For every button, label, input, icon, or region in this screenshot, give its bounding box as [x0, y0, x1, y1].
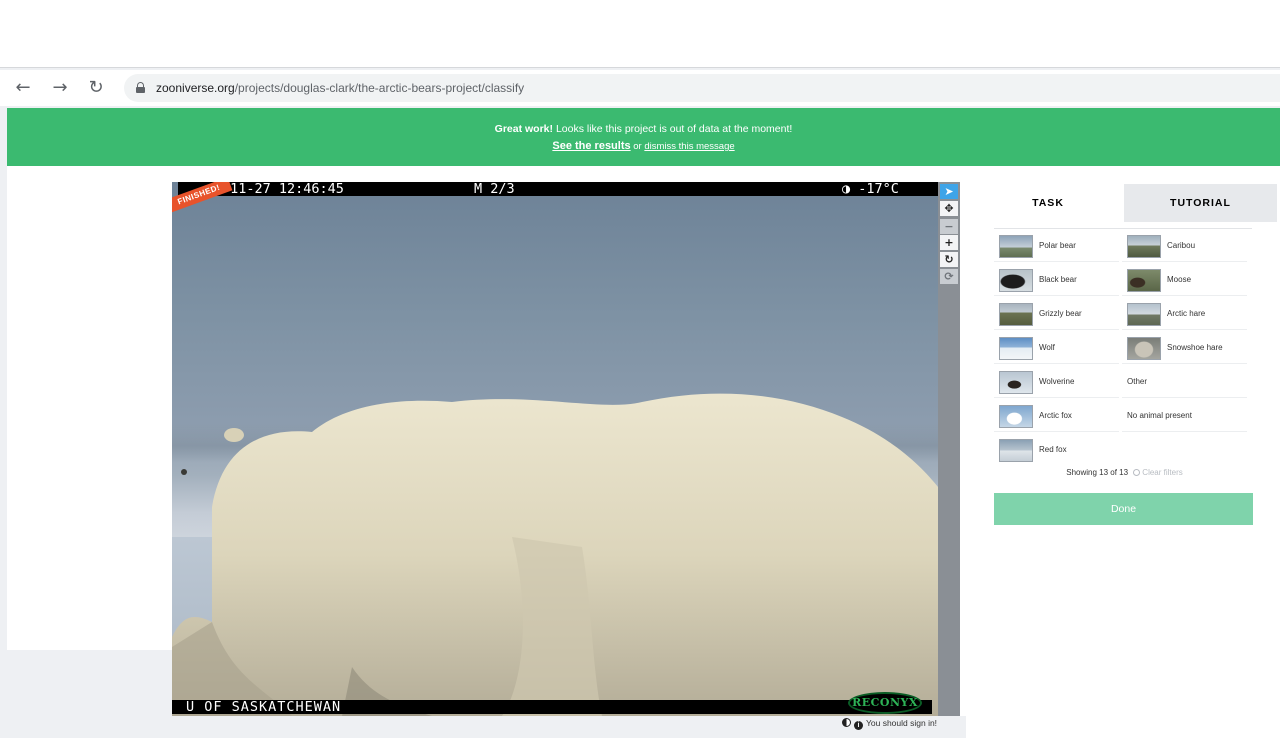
banner-text: Looks like this project is out of data a… — [553, 123, 793, 135]
clear-icon — [1133, 469, 1141, 476]
choice-other[interactable]: Other — [1122, 365, 1247, 398]
clear-filters-label: Clear filters — [1142, 468, 1183, 477]
filter-status: Showing 13 of 13 Clear filters — [972, 468, 1277, 477]
choice-polar-bear[interactable]: Polar bear — [994, 229, 1119, 262]
reload-icon[interactable]: ↻ — [85, 78, 107, 98]
choice-grizzly-bear[interactable]: Grizzly bear — [994, 297, 1119, 330]
rotate-icon[interactable]: ↻ — [940, 252, 958, 267]
camera-temperature: ◑ -17°C — [842, 182, 899, 197]
banner-bold: Great work! — [494, 123, 554, 135]
choice-black-bear[interactable]: Black bear — [994, 263, 1119, 296]
camera-timestamp: -11-27 12:46:45 — [222, 182, 344, 197]
choice-snowshoe-hare[interactable]: Snowshoe hare — [1122, 331, 1247, 364]
image-toolbar: ➤ ✥ − + ↻ ⟳ — [938, 182, 960, 716]
subject-image[interactable]: -11-27 12:46:45 M 2/3 ◑ -17°C FINISHED! … — [172, 182, 938, 716]
out-of-data-banner: Great work! Looks like this project is o… — [7, 108, 1280, 166]
camera-info-bar: -11-27 12:46:45 M 2/3 ◑ -17°C — [178, 182, 938, 196]
choice-label: Grizzly bear — [1039, 309, 1082, 318]
choice-arctic-hare[interactable]: Arctic hare — [1122, 297, 1247, 330]
clear-filters-button[interactable]: Clear filters — [1133, 468, 1183, 477]
browser-url-bar: ← → ↻ zooniverse.org/projects/douglas-cl… — [0, 70, 1280, 106]
moose-thumb — [1127, 269, 1161, 292]
caribou-thumb — [1127, 235, 1161, 258]
polar-bear-photo — [172, 393, 938, 716]
choice-label: No animal present — [1127, 411, 1192, 420]
banner-or: or — [630, 141, 645, 152]
species-choices: Polar bear Caribou Black bear Moose Griz… — [994, 228, 1252, 462]
choice-no-animal-present[interactable]: No animal present — [1122, 399, 1247, 432]
camera-caption: U OF SASKATCHEWAN — [186, 699, 342, 715]
black-bear-thumb — [999, 269, 1033, 292]
choice-label: Black bear — [1039, 275, 1077, 284]
grizzly-bear-thumb — [999, 303, 1033, 326]
red-fox-thumb — [999, 439, 1033, 462]
camera-sequence: M 2/3 — [474, 182, 515, 197]
choice-label: Arctic fox — [1039, 411, 1072, 420]
choice-label: Caribou — [1167, 241, 1196, 250]
url-host: zooniverse.org — [156, 81, 235, 95]
snowshoe-hare-thumb — [1127, 337, 1161, 360]
choice-wolverine[interactable]: Wolverine — [994, 365, 1119, 398]
browser-top-area — [0, 0, 1280, 68]
polar-bear-thumb — [999, 235, 1033, 258]
showing-count: Showing 13 of 13 — [1066, 468, 1129, 477]
subject-viewer: -11-27 12:46:45 M 2/3 ◑ -17°C FINISHED! … — [172, 182, 960, 716]
dismiss-message-link[interactable]: dismiss this message — [644, 141, 734, 152]
reset-icon[interactable]: ⟳ — [940, 269, 958, 284]
choice-label: Snowshoe hare — [1167, 343, 1223, 352]
footer-area — [0, 716, 966, 738]
signin-text: You should sign in! — [866, 718, 938, 728]
contrast-icon[interactable] — [842, 718, 851, 727]
done-button[interactable]: Done — [994, 493, 1253, 525]
pointer-icon[interactable]: ➤ — [940, 184, 958, 199]
choice-arctic-fox[interactable]: Arctic fox — [994, 399, 1119, 432]
choice-label: Moose — [1167, 275, 1192, 284]
back-icon[interactable]: ← — [12, 78, 34, 98]
choice-red-fox[interactable]: Red fox — [994, 433, 1119, 466]
banner-message: Great work! Looks like this project is o… — [7, 123, 1280, 135]
tab-tutorial[interactable]: TUTORIAL — [1124, 184, 1277, 222]
move-icon[interactable]: ✥ — [940, 201, 958, 216]
panel-tabs: TASK TUTORIAL — [972, 184, 1277, 222]
arctic-fox-thumb — [999, 405, 1033, 428]
choice-label: Red fox — [1039, 445, 1067, 454]
reconyx-logo: RECONYX — [848, 692, 922, 714]
choice-moose[interactable]: Moose — [1122, 263, 1247, 296]
choice-label: Arctic hare — [1167, 309, 1206, 318]
see-results-link[interactable]: See the results — [552, 140, 630, 152]
zoom-out-icon[interactable]: − — [940, 219, 958, 234]
choice-wolf[interactable]: Wolf — [994, 331, 1119, 364]
url-path: /projects/douglas-clark/the-arctic-bears… — [234, 81, 525, 95]
task-panel: TASK TUTORIAL Polar bear Caribou Black b… — [972, 184, 1277, 718]
forward-icon[interactable]: → — [49, 78, 71, 98]
arctic-hare-thumb — [1127, 303, 1161, 326]
url-text[interactable]: zooniverse.org/projects/douglas-clark/th… — [156, 81, 524, 95]
choice-label: Wolf — [1039, 343, 1055, 352]
wolf-thumb — [999, 337, 1033, 360]
choice-label: Wolverine — [1039, 377, 1075, 386]
choice-label: Polar bear — [1039, 241, 1076, 250]
zoom-in-icon[interactable]: + — [940, 235, 958, 250]
lock-icon — [136, 82, 145, 93]
banner-links: See the results or dismiss this message — [7, 140, 1280, 152]
choice-caribou[interactable]: Caribou — [1122, 229, 1247, 262]
tab-task[interactable]: TASK — [972, 184, 1124, 222]
signin-notice: i You should sign in! — [842, 718, 937, 730]
wolverine-thumb — [999, 371, 1033, 394]
address-field[interactable]: zooniverse.org/projects/douglas-clark/th… — [124, 74, 1280, 102]
info-icon[interactable]: i — [854, 721, 863, 730]
choice-label: Other — [1127, 377, 1148, 386]
camera-caption-bar: U OF SASKATCHEWAN RECONYX — [172, 687, 932, 716]
